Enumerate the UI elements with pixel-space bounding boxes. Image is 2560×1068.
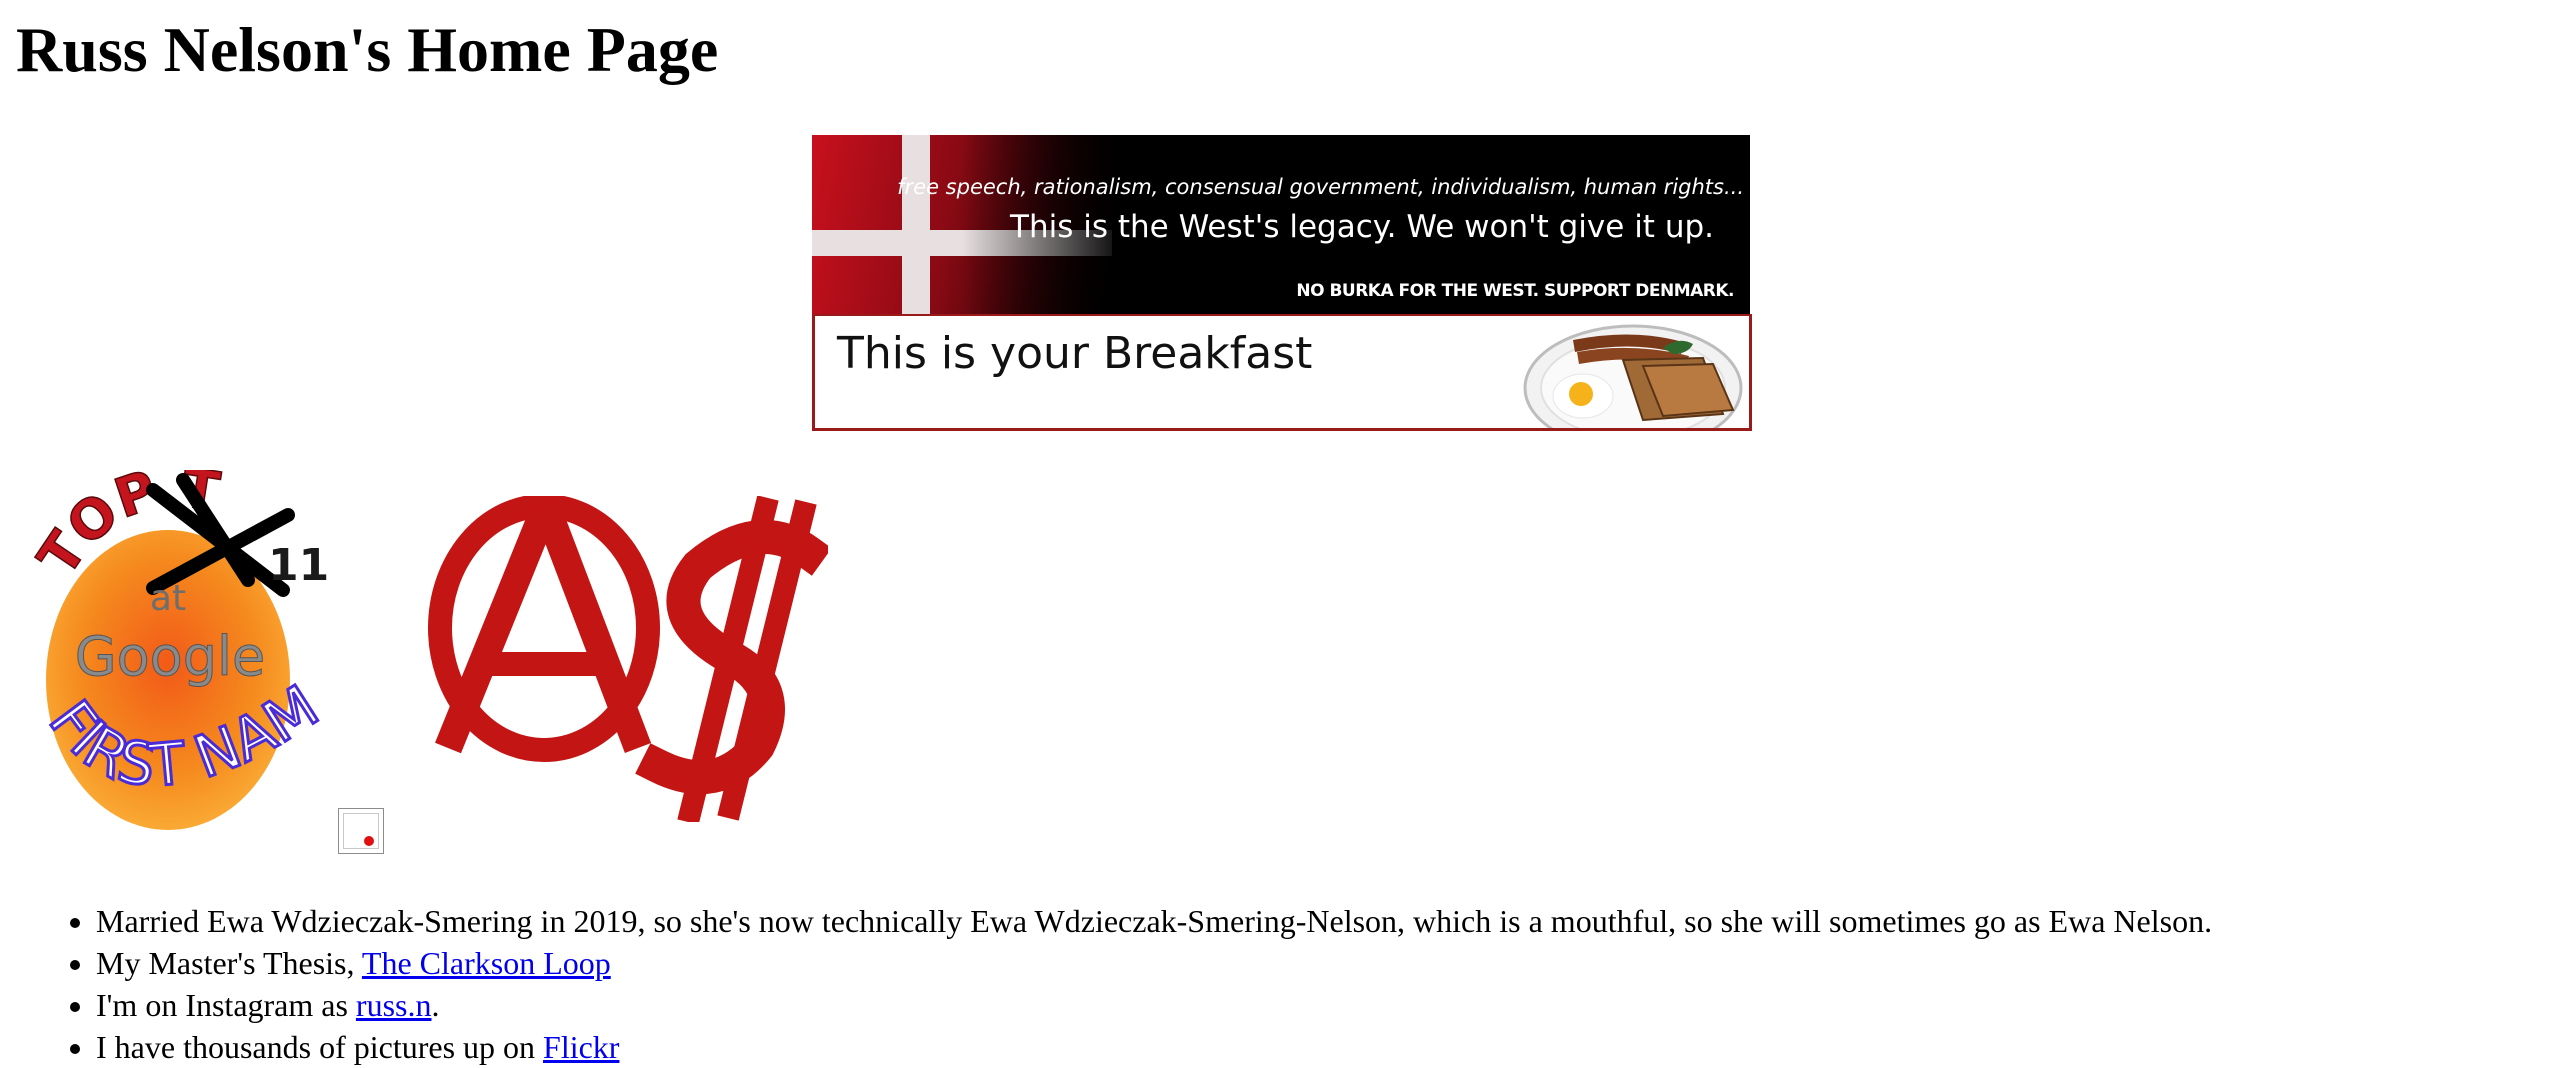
info-list: Married Ewa Wdzieczak-Smering in 2019, s… [0,900,2212,1068]
breakfast-plate-image [1523,324,1743,428]
clarkson-loop-link[interactable]: The Clarkson Loop [362,945,611,981]
banner-legacy-text: This is the West's legacy. We won't give… [1010,209,1714,245]
list-item-text: Married Ewa Wdzieczak-Smering in 2019, s… [96,903,2213,939]
list-item: I'm on Instagram as russ.n. [96,984,2212,1026]
list-item-suffix: . [431,987,440,1023]
list-item: Married Ewa Wdzieczak-Smering in 2019, s… [96,900,2212,942]
anarcho-capitalism-logo [428,496,828,822]
page-title: Russ Nelson's Home Page [16,14,719,85]
topten-google: Google [75,625,265,688]
banner-support-text: NO BURKA FOR THE WEST. SUPPORT DENMARK. [1296,281,1734,301]
list-item-text: I have thousands of pictures up on [96,1029,544,1065]
topten-google-first-names-badge[interactable]: TOP TEN 11 at Google FIRST NAMES [28,470,328,850]
breakfast-banner[interactable]: This is your Breakfast [812,314,1752,431]
list-item-text: I'm on Instagram as [96,987,356,1023]
topten-number: 11 [268,540,328,591]
flickr-link[interactable]: Flickr [543,1029,619,1065]
denmark-banner[interactable]: free speech, rationalism, consensual gov… [812,135,1750,315]
list-item: My Master's Thesis, The Clarkson Loop [96,942,2212,984]
flag-cross-vertical [902,135,930,315]
list-item-text: My Master's Thesis, [96,945,362,981]
broken-image-icon [338,808,384,854]
instagram-link[interactable]: russ.n [356,987,432,1023]
banner-tagline: free speech, rationalism, consensual gov… [897,175,1744,199]
topten-at: at [150,578,186,619]
banner-ads: free speech, rationalism, consensual gov… [812,135,1752,431]
breakfast-banner-text: This is your Breakfast [837,328,1313,379]
